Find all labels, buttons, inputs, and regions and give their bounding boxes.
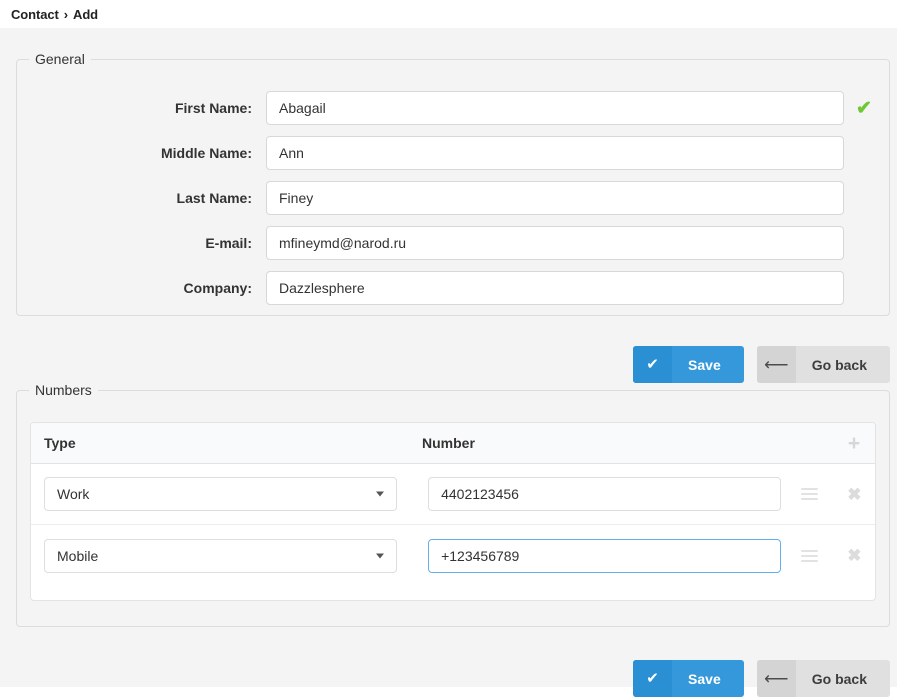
drag-handle-1[interactable] [785,547,834,565]
select-number-type-1[interactable]: Mobile [44,538,397,573]
numbers-legend: Numbers [35,382,92,398]
chevron-down-icon [376,491,384,497]
general-panel: General First Name: ✔ Middle Name: Last … [16,51,890,316]
save-button-top[interactable]: ✔ Save [633,346,744,383]
column-header-number: Number [422,435,475,451]
body-area: General First Name: ✔ Middle Name: Last … [0,28,897,697]
field-row-email: E-mail: [17,226,889,260]
close-icon: ✖ [847,484,862,504]
drag-handle-icon [800,485,818,503]
breadcrumb-parent: Contact [11,6,59,22]
button-bar-bottom: ✔ Save ⟵ Go back [0,660,890,697]
save-button-bottom[interactable]: ✔ Save [633,660,744,697]
page-root: Contact › Add General First Name: ✔ Midd… [0,0,916,697]
cell-number-0 [426,477,785,511]
check-icon: ✔ [633,660,673,697]
chevron-down-icon [376,553,384,558]
cell-type-1: Mobile [31,538,426,573]
label-email: E-mail: [205,235,252,251]
close-icon: ✖ [847,546,862,565]
check-icon: ✔ [633,346,673,383]
drag-handle-0[interactable] [785,485,834,503]
go-back-button-top[interactable]: ⟵ Go back [756,346,890,383]
label-last-name: Last Name: [176,190,252,206]
go-back-button-bottom[interactable]: ⟵ Go back [756,660,890,697]
input-middle-name[interactable] [266,136,844,170]
plus-icon: + [847,431,861,455]
field-row-first-name: First Name: ✔ [17,91,889,125]
content-column: Contact › Add General First Name: ✔ Midd… [0,0,897,697]
input-last-name[interactable] [266,181,844,215]
select-number-type-0-value: Work [57,486,90,502]
arrow-left-icon: ⟵ [756,660,796,697]
cell-type-0: Work [31,477,426,511]
numbers-panel: Numbers Type Number + Work 4402123456 ✖ … [16,382,890,627]
go-back-button-label: Go back [811,356,867,373]
tab-bar: Contact › Add [0,0,897,28]
general-legend: General [35,51,85,67]
go-back-button-label: Go back [811,670,867,687]
field-row-middle-name: Middle Name: [17,136,889,170]
remove-number-0[interactable]: ✖ [834,486,875,503]
field-row-company: Company: [17,271,889,305]
input-number-1[interactable] [428,538,782,573]
label-company: Company: [183,280,252,296]
tab-contact-add[interactable]: Contact › Add [0,0,121,28]
input-number-0[interactable] [428,477,782,511]
input-company[interactable] [266,271,844,305]
numbers-table: Type Number + Work 4402123456 ✖ Mobile +… [30,422,876,601]
input-first-name[interactable] [266,91,844,125]
check-icon: ✔ [856,97,872,119]
table-row: Work ✖ [31,464,875,525]
column-header-type: Type [44,435,76,451]
input-email[interactable] [266,226,844,260]
breadcrumb-current: Add [73,6,99,22]
drag-handle-icon [800,547,818,565]
label-middle-name: Middle Name: [160,145,252,161]
select-number-type-1-value: Mobile [57,547,99,564]
select-number-type-0[interactable]: Work [44,477,397,511]
numbers-table-header: Type Number + [31,423,875,464]
breadcrumb-separator-icon: › [63,6,69,22]
save-button-label: Save [688,670,721,687]
add-number-button[interactable]: + [833,433,875,454]
arrow-left-icon: ⟵ [756,346,796,383]
cell-number-1 [426,538,785,573]
label-first-name: First Name: [174,100,252,116]
tab-bar-filler [121,0,897,28]
table-row: Mobile ✖ [31,525,875,586]
remove-number-1[interactable]: ✖ [834,547,875,564]
field-row-last-name: Last Name: [17,181,889,215]
button-bar-top: ✔ Save ⟵ Go back [0,346,890,383]
save-button-label: Save [688,356,721,373]
